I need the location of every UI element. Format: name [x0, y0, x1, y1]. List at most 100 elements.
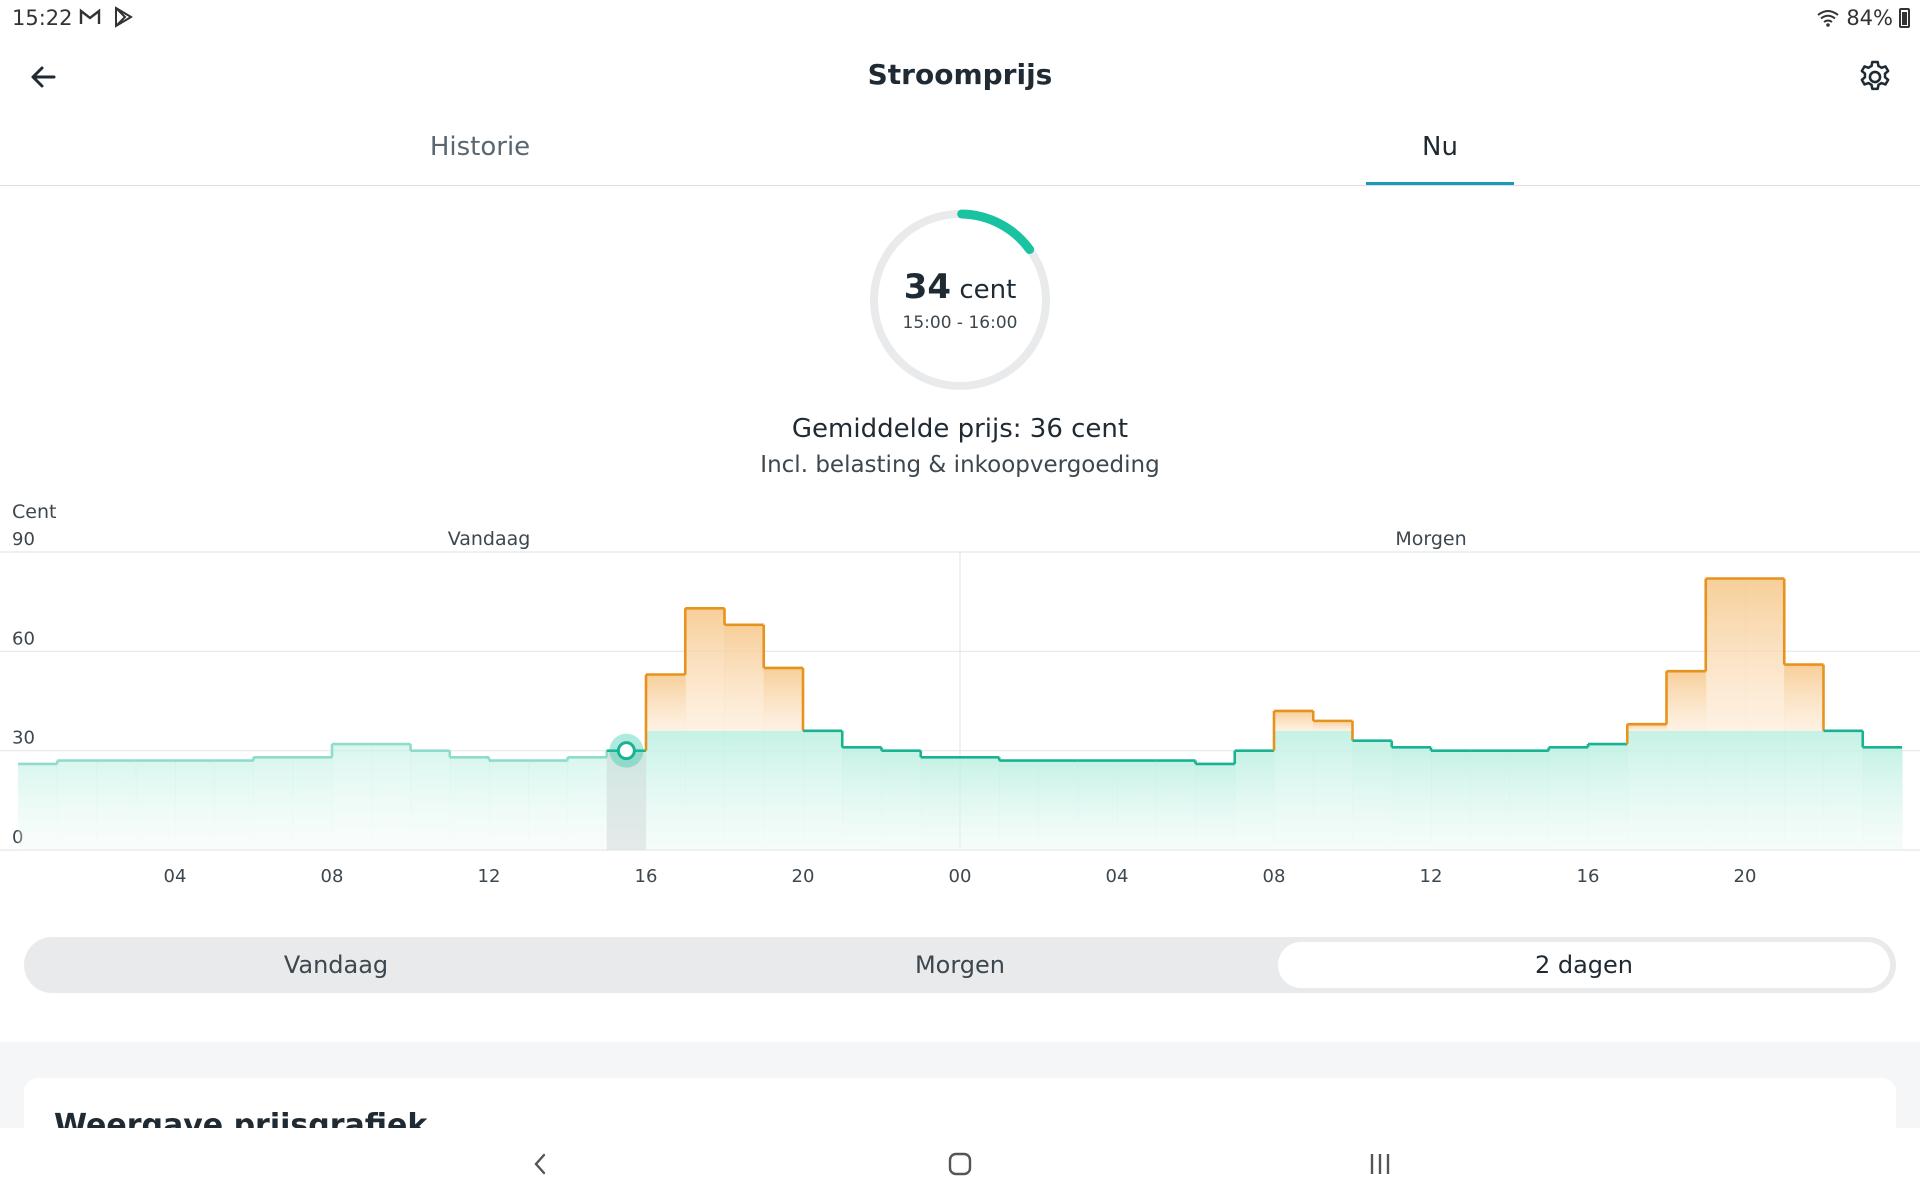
price-area-low	[1588, 744, 1628, 850]
price-area-low	[1274, 730, 1314, 850]
price-area-low	[57, 760, 98, 850]
x-tick-label: 12	[478, 866, 501, 887]
tab-nu[interactable]: Nu	[1366, 132, 1514, 162]
range-option-2-dagen[interactable]: 2 dagen	[1278, 942, 1890, 988]
x-tick-label: 16	[1577, 866, 1600, 887]
recents-icon	[1370, 1154, 1390, 1174]
range-selector: Vandaag Morgen 2 dagen	[24, 937, 1896, 993]
x-tick-label: 00	[949, 866, 972, 887]
y-tick-label: 90	[12, 529, 35, 550]
mail-icon	[79, 8, 101, 24]
price-area-high	[724, 624, 765, 731]
average-price: Gemiddelde prijs: 36 cent	[791, 414, 1129, 444]
range-option-morgen[interactable]: Morgen	[648, 937, 1272, 993]
nav-home-button[interactable]	[930, 1142, 990, 1186]
price-area-low	[960, 757, 1000, 850]
price-area-low	[1470, 750, 1511, 850]
x-tick-label: 20	[792, 866, 815, 887]
settings-button[interactable]	[1852, 54, 1898, 100]
battery-icon	[1899, 8, 1910, 28]
price-area-low	[1038, 760, 1079, 850]
price-area-low	[96, 760, 137, 850]
system-nav-bar	[0, 1128, 1920, 1200]
price-area-low	[1548, 747, 1589, 850]
price-area-low	[175, 760, 215, 850]
y-tick-label: 30	[12, 728, 35, 749]
price-area-low	[1156, 760, 1197, 850]
price-area-low	[1509, 750, 1550, 850]
price-area-high	[1705, 578, 1746, 731]
price-area-high	[1784, 664, 1825, 731]
day-label: Morgen	[1395, 528, 1466, 550]
settings-section: Weergave prijsgrafiek	[0, 1042, 1920, 1128]
range-option-vandaag[interactable]: Vandaag	[24, 937, 648, 993]
price-area-low	[332, 744, 372, 850]
x-tick-label: 08	[1263, 866, 1286, 887]
x-tick-label: 20	[1734, 866, 1757, 887]
price-area-low	[1823, 730, 1864, 850]
price-area-low	[18, 763, 58, 850]
price-area-low	[763, 730, 804, 850]
chart-display-card[interactable]: Weergave prijsgrafiek	[24, 1078, 1896, 1128]
price-area-low	[842, 747, 883, 850]
nav-back-button[interactable]	[510, 1142, 570, 1186]
price-area-low	[1234, 750, 1275, 850]
wifi-icon	[1817, 10, 1839, 27]
nav-recents-button[interactable]	[1350, 1142, 1410, 1186]
tab-bar: Historie Nu	[0, 118, 1920, 186]
app-bar: Stroomprijs	[0, 38, 1920, 118]
x-tick-label: 12	[1420, 866, 1443, 887]
price-area-low	[1077, 760, 1118, 850]
price-area-low	[371, 744, 412, 850]
price-gauge: 34 cent 15:00 - 16:00	[868, 208, 1052, 392]
price-area-high	[763, 667, 804, 731]
current-price-unit: cent	[959, 275, 1017, 305]
price-area-high	[646, 674, 686, 731]
play-store-icon	[115, 6, 133, 28]
day-label: Vandaag	[448, 528, 531, 550]
price-area-low	[920, 757, 961, 850]
status-bar: 15:22 84%	[0, 0, 1920, 38]
price-area-low	[1352, 740, 1393, 850]
price-area-low	[1195, 763, 1236, 850]
price-area-low	[135, 760, 176, 850]
tab-historie[interactable]: Historie	[380, 132, 580, 162]
battery-percentage: 84%	[1846, 6, 1893, 30]
price-area-low	[999, 760, 1040, 850]
price-area-low	[1666, 730, 1707, 850]
y-tick-label: 60	[12, 628, 35, 649]
gear-icon	[1860, 60, 1890, 91]
price-note: Incl. belasting & inkoopvergoeding	[760, 452, 1160, 478]
price-area-low	[1313, 730, 1354, 850]
price-area-low	[685, 730, 726, 850]
price-area-low	[803, 730, 843, 850]
price-area-low	[1391, 747, 1432, 850]
price-area-low	[449, 757, 490, 850]
x-tick-label: 08	[321, 866, 344, 887]
section-title: Weergave prijsgrafiek	[54, 1108, 428, 1128]
price-area-low	[410, 750, 451, 850]
status-time: 15:22	[12, 6, 73, 30]
price-chart[interactable]: Cent9060300Vandaag Morgen04 08 12 16 20 00 04 08…	[0, 495, 1920, 895]
price-area-high	[685, 608, 726, 731]
price-area-low	[1117, 760, 1157, 850]
y-axis-label: Cent	[12, 501, 56, 523]
price-area-low	[881, 750, 922, 850]
price-area-low	[1862, 747, 1903, 850]
price-area-low	[253, 757, 294, 850]
current-price-value: 34	[903, 267, 952, 307]
chevron-left-icon	[534, 1153, 546, 1175]
price-area-low	[528, 760, 569, 850]
current-point-marker	[616, 741, 636, 761]
price-area-low	[724, 730, 765, 850]
price-area-low	[292, 757, 333, 850]
price-area-low	[1784, 730, 1825, 850]
price-area-high	[1745, 578, 1785, 731]
price-area-low	[489, 760, 529, 850]
price-area-low	[1745, 730, 1785, 850]
current-price: 34 cent	[904, 267, 1017, 307]
price-area-high	[1274, 710, 1314, 731]
price-area-high	[1666, 671, 1707, 731]
current-time-range: 15:00 - 16:00	[902, 313, 1018, 333]
x-tick-label: 04	[1106, 866, 1129, 887]
